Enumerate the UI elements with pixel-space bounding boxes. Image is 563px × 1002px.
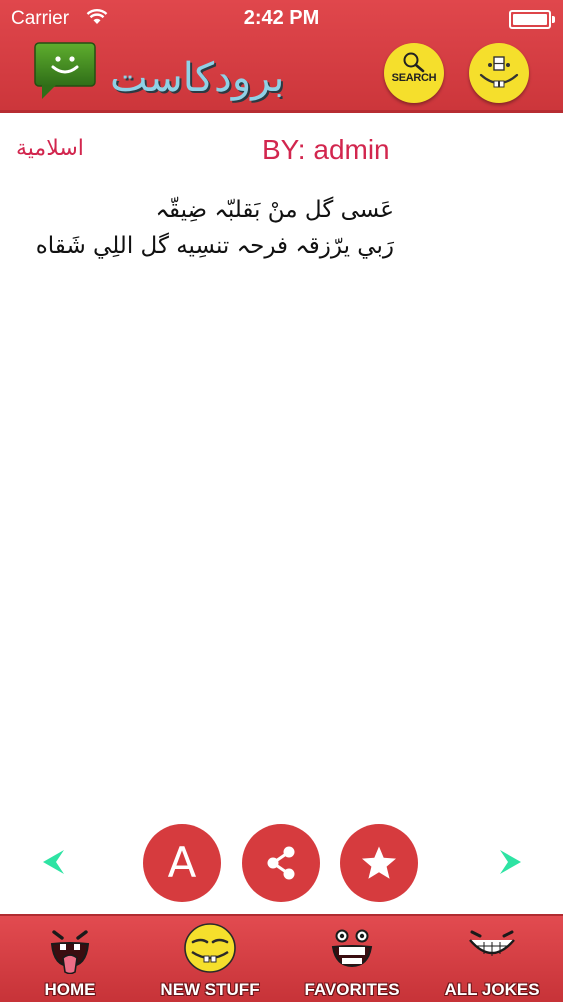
share-icon xyxy=(267,846,295,880)
search-label: SEARCH xyxy=(391,72,437,84)
arrow-right-icon[interactable] xyxy=(498,848,524,876)
laughing-face-icon xyxy=(0,922,140,978)
tab-favorites[interactable]: FAVORITES xyxy=(282,916,422,1002)
search-button[interactable]: SEARCH xyxy=(384,43,444,103)
share-button[interactable] xyxy=(242,824,320,902)
tab-new-stuff[interactable]: NEW STUFF xyxy=(140,916,280,1002)
status-bar: Carrier 2:42 PM xyxy=(0,0,563,36)
grinning-face-icon xyxy=(282,922,422,978)
favorite-button[interactable] xyxy=(340,824,418,902)
tab-all-jokes-label: ALL JOKES xyxy=(444,980,540,999)
yellow-smiley-icon xyxy=(140,922,280,978)
tab-home-label: HOME xyxy=(44,980,96,999)
status-time: 2:42 PM xyxy=(243,7,320,29)
font-size-button[interactable]: A xyxy=(143,824,221,902)
magnifier-icon xyxy=(403,52,425,73)
menu-button[interactable] xyxy=(469,43,529,103)
joke-line: عَسى گل منْ بَقلبّہ ضِيقّہ xyxy=(155,197,394,223)
top-bar: Carrier 2:42 PM برودكاست SEARCH xyxy=(0,0,563,113)
battery-icon xyxy=(509,10,555,29)
joke-author: BY: admin xyxy=(262,134,390,165)
joke-line: رَبي يرّزقہ فرحہ تنسِيه گل اللِي شَقاه xyxy=(35,233,394,259)
star-icon xyxy=(362,846,396,879)
chat-smile-icon[interactable] xyxy=(34,42,96,104)
font-size-label: A xyxy=(167,838,197,887)
joke-text: عَسى گل منْ بَقلبّہ ضِيقّہ رَبي يرّزقہ ف… xyxy=(10,192,394,264)
tab-new-stuff-label: NEW STUFF xyxy=(160,980,260,999)
joke-category: اسلامية xyxy=(16,136,84,161)
app-title: برودكاست xyxy=(110,55,285,101)
tab-home[interactable]: HOME xyxy=(0,916,140,1002)
tab-bar: HOME NEW STUFF FAVORITES ALL JOKES xyxy=(0,914,563,1002)
smiley-menu-icon xyxy=(479,56,519,88)
tab-favorites-label: FAVORITES xyxy=(304,980,400,999)
tab-all-jokes[interactable]: ALL JOKES xyxy=(422,916,562,1002)
arrow-left-icon[interactable] xyxy=(40,848,66,876)
big-grin-icon xyxy=(422,922,562,978)
